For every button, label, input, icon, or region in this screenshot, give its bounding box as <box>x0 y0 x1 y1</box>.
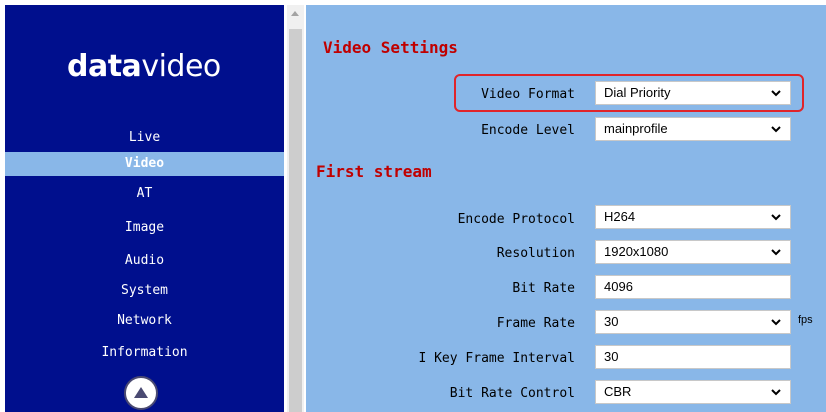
logo-light-text: video <box>141 49 221 84</box>
up-arrow-icon <box>134 387 148 398</box>
chevron-down-icon <box>771 90 781 97</box>
encode-level-value: mainprofile <box>604 121 668 136</box>
encode-protocol-value: H264 <box>604 209 636 224</box>
logo-bold-text: data <box>67 49 142 84</box>
frame-rate-label: Frame Rate <box>496 316 575 331</box>
sidebar-item-video[interactable]: Video <box>5 152 284 176</box>
video-format-label: Video Format <box>481 87 575 102</box>
video-settings-title: Video Settings <box>323 38 458 57</box>
chevron-down-icon <box>771 126 781 133</box>
sidebar: datavideo Live Video AT Image Audio Syst… <box>5 5 284 412</box>
first-stream-title: First stream <box>316 162 432 181</box>
resolution-label: Resolution <box>496 246 575 261</box>
datavideo-logo: datavideo <box>67 49 221 84</box>
sidebar-item-audio[interactable]: Audio <box>5 249 284 273</box>
settings-panel: Video Settings Video Format Dial Priorit… <box>306 5 826 412</box>
encode-level-select[interactable]: mainprofile <box>595 117 791 141</box>
bit-rate-control-select[interactable]: CBR <box>595 380 791 404</box>
sidebar-item-information[interactable]: Information <box>5 341 284 365</box>
frame-rate-select[interactable]: 30 <box>595 310 791 334</box>
sidebar-item-network[interactable]: Network <box>5 309 284 333</box>
key-frame-interval-label: I Key Frame Interval <box>418 351 575 366</box>
video-format-value: Dial Priority <box>604 85 671 100</box>
encode-protocol-select[interactable]: H264 <box>595 205 791 229</box>
key-frame-interval-input[interactable]: 30 <box>595 345 791 369</box>
bit-rate-input[interactable]: 4096 <box>595 275 791 299</box>
scroll-thumb[interactable] <box>289 29 302 412</box>
sidebar-item-image[interactable]: Image <box>5 216 284 240</box>
bit-rate-control-label: Bit Rate Control <box>449 386 575 401</box>
chevron-down-icon <box>771 249 781 256</box>
encode-level-label: Encode Level <box>481 123 575 138</box>
scroll-top-button[interactable] <box>124 376 158 410</box>
resolution-select[interactable]: 1920x1080 <box>595 240 791 264</box>
chevron-down-icon <box>771 214 781 221</box>
scroll-up-arrow-icon[interactable] <box>291 11 299 16</box>
sidebar-item-live[interactable]: Live <box>5 126 284 150</box>
frame-rate-value: 30 <box>604 314 619 329</box>
bit-rate-label: Bit Rate <box>512 281 575 296</box>
resolution-value: 1920x1080 <box>604 244 669 259</box>
scrollbar[interactable] <box>287 5 304 412</box>
encode-protocol-label: Encode Protocol <box>457 212 575 227</box>
chevron-down-icon <box>771 389 781 396</box>
frame-rate-unit: fps <box>798 314 813 326</box>
sidebar-item-at[interactable]: AT <box>5 182 284 206</box>
chevron-down-icon <box>771 319 781 326</box>
video-format-select[interactable]: Dial Priority <box>595 81 791 105</box>
sidebar-item-system[interactable]: System <box>5 279 284 303</box>
bit-rate-control-value: CBR <box>604 384 632 399</box>
